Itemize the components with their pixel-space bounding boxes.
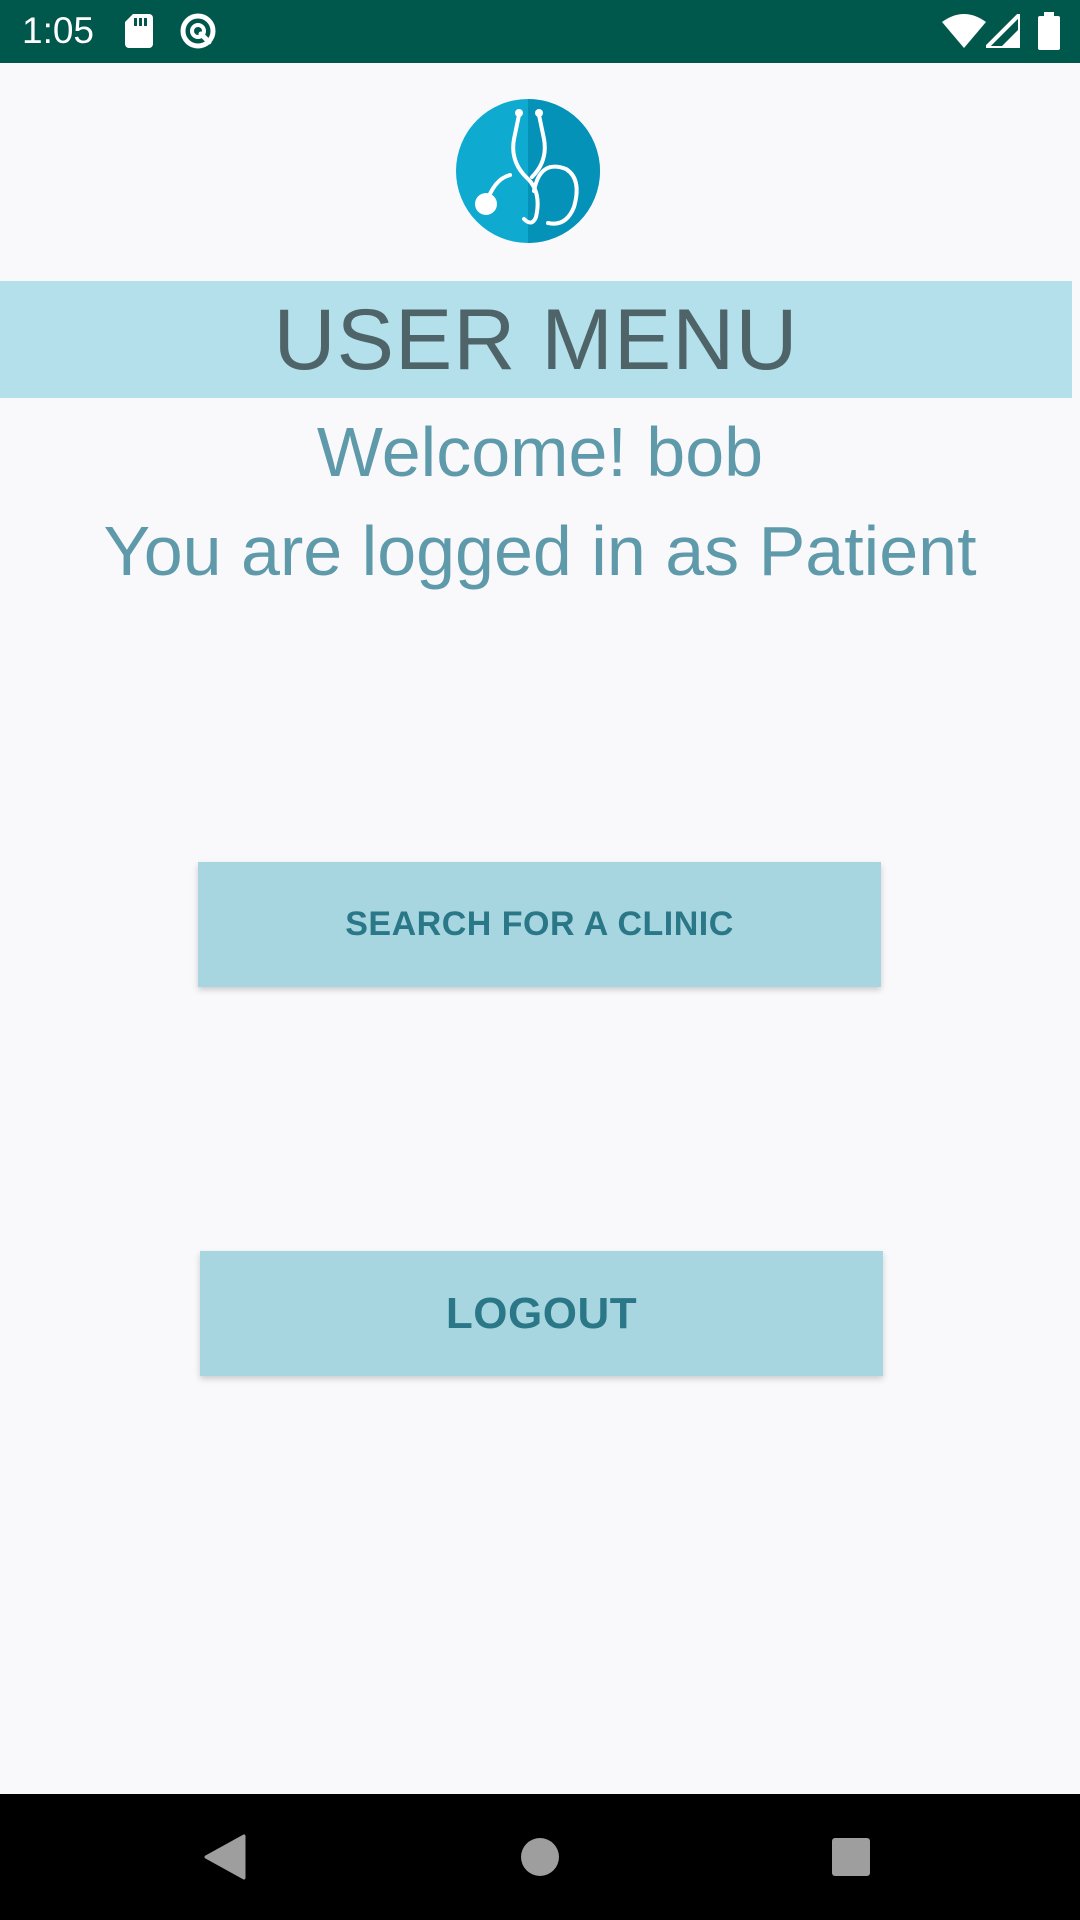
- search-clinic-button[interactable]: SEARCH FOR A CLINIC: [198, 862, 881, 987]
- home-icon[interactable]: [520, 1837, 560, 1877]
- sd-card-icon: [125, 14, 153, 48]
- header-banner: USER MENU: [0, 281, 1072, 398]
- status-time: 1:05: [22, 10, 95, 51]
- navigation-bar: [0, 1794, 1080, 1920]
- page-title: USER MENU: [273, 291, 799, 388]
- welcome-greeting: Welcome! bob: [316, 413, 764, 491]
- stethoscope-icon: [456, 99, 600, 243]
- logout-button[interactable]: LOGOUT: [200, 1251, 883, 1376]
- battery-icon: [1038, 12, 1060, 50]
- wifi-icon: [942, 14, 986, 48]
- signal-icon: [986, 14, 1020, 48]
- ring-icon: [180, 13, 216, 49]
- back-icon[interactable]: [204, 1834, 246, 1880]
- recents-icon[interactable]: [831, 1837, 871, 1877]
- role-text: You are logged in as Patient: [103, 512, 977, 590]
- status-bar: 1:05: [0, 0, 1080, 63]
